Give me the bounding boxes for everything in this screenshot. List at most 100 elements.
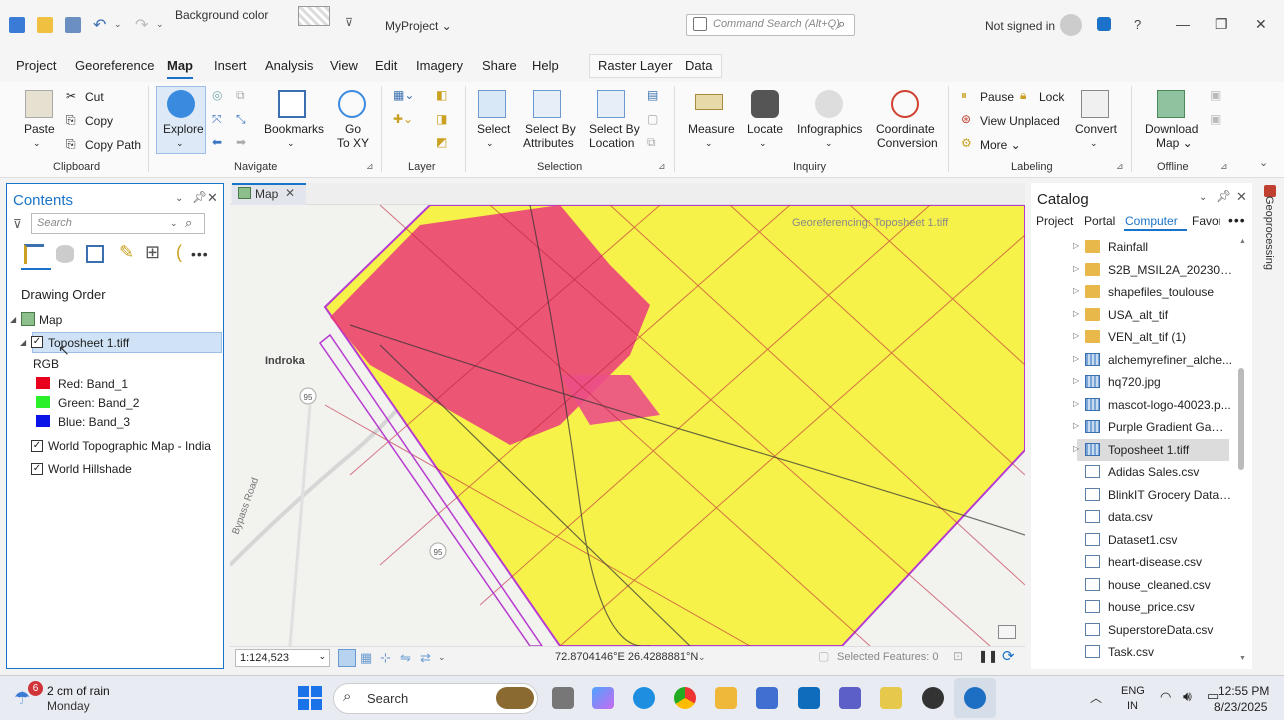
undo-dropdown-icon[interactable]: ⌄ bbox=[114, 19, 122, 30]
language-indicator[interactable]: ENG bbox=[1121, 685, 1145, 697]
bookmarks-dropdown-icon[interactable]: ⌄ bbox=[287, 136, 295, 150]
snapping-icon[interactable]: ⊹ bbox=[380, 650, 391, 666]
catalog-item[interactable]: Task.csv bbox=[1031, 641, 1231, 663]
catalog-tab-favorites[interactable]: Favor bbox=[1192, 214, 1220, 228]
expand-icon[interactable]: ▷ bbox=[1073, 399, 1079, 408]
selection-launcher-icon[interactable]: ⊿ bbox=[658, 161, 666, 172]
convert-dropdown-icon[interactable]: ⌄ bbox=[1090, 136, 1098, 150]
map-overview-icon[interactable] bbox=[998, 625, 1016, 639]
start-icon[interactable] bbox=[298, 686, 322, 710]
offline-launcher-icon[interactable]: ⊿ bbox=[1220, 161, 1228, 172]
customize-toolbar-icon[interactable]: ⊽ bbox=[345, 16, 353, 29]
catalog-item[interactable]: ▷ Toposheet 1.tiff bbox=[1073, 438, 1229, 461]
redo-icon[interactable]: ↷ bbox=[135, 15, 148, 35]
tab-map[interactable]: Map bbox=[167, 58, 193, 79]
expand-icon[interactable]: ▷ bbox=[1073, 421, 1079, 430]
arcgis-pro-icon[interactable] bbox=[964, 687, 986, 709]
tab-raster-layer[interactable]: Raster Layer bbox=[598, 58, 672, 73]
basemap-layer-hillshade[interactable]: World Hillshade bbox=[48, 462, 132, 476]
sync-icon[interactable]: ▣ bbox=[1210, 88, 1221, 102]
catalog-item[interactable]: ▷ VEN_alt_tif (1) bbox=[1031, 326, 1231, 348]
constraints-icon[interactable]: ⇋ bbox=[400, 650, 411, 666]
paste-button[interactable]: Paste bbox=[24, 122, 55, 136]
scale-selector[interactable]: 1:124,523 ⌄ bbox=[235, 649, 330, 667]
grid-icon[interactable]: ▦ bbox=[360, 650, 372, 666]
download-map-button[interactable]: Download bbox=[1145, 122, 1198, 136]
show-hidden-icons-icon[interactable]: ︿ bbox=[1090, 689, 1102, 706]
tab-insert[interactable]: Insert bbox=[214, 58, 247, 73]
background-color-picker[interactable] bbox=[298, 6, 330, 26]
catalog-scrollbar[interactable] bbox=[1238, 368, 1244, 470]
cut-button[interactable]: Cut bbox=[85, 90, 104, 104]
contents-search-input[interactable]: Search bbox=[31, 213, 205, 234]
labeling-launcher-icon[interactable]: ⊿ bbox=[1116, 161, 1124, 172]
add-data-icon[interactable]: ◧ bbox=[436, 88, 447, 102]
basemap-visibility-checkbox[interactable]: ✓ bbox=[31, 440, 43, 452]
zoom-out-fixed-icon[interactable]: ⤡ bbox=[236, 112, 246, 127]
redo-dropdown-icon[interactable]: ⌄ bbox=[156, 19, 164, 30]
list-by-data-source-icon[interactable] bbox=[56, 245, 74, 263]
catalog-item[interactable]: Dataset1.csv bbox=[1031, 529, 1231, 551]
list-by-snapping-icon[interactable]: ⊞ bbox=[145, 242, 160, 263]
view-unplaced-button[interactable]: View Unplaced bbox=[980, 114, 1060, 128]
sign-in-status[interactable]: Not signed in bbox=[985, 19, 1055, 33]
expand-icon[interactable]: ▷ bbox=[1073, 286, 1079, 295]
map-tab-close-icon[interactable]: ✕ bbox=[285, 186, 295, 200]
infographics-button[interactable]: Infographics bbox=[797, 122, 862, 136]
layer-visibility-checkbox[interactable]: ✓ bbox=[31, 336, 43, 348]
geoprocessing-side-tab[interactable]: Geoprocessing bbox=[1256, 183, 1284, 669]
minimize-icon[interactable]: — bbox=[1176, 16, 1190, 32]
remove-offline-icon[interactable]: ▣ bbox=[1210, 112, 1221, 126]
pause-drawing-icon[interactable]: ❚❚ bbox=[978, 649, 998, 663]
pause-labels-button[interactable]: Pause bbox=[980, 90, 1014, 104]
app-icon[interactable] bbox=[922, 687, 944, 709]
expand-icon[interactable]: ▷ bbox=[1073, 444, 1079, 453]
add-preset-icon[interactable]: ✚⌄ bbox=[393, 112, 413, 126]
pane-options-icon[interactable]: ⌄ bbox=[1199, 192, 1207, 203]
catalog-tab-portal[interactable]: Portal bbox=[1084, 214, 1115, 228]
save-project-icon[interactable] bbox=[65, 17, 81, 33]
wifi-icon[interactable]: ◠ bbox=[1160, 689, 1171, 705]
catalog-item[interactable]: data.csv bbox=[1031, 506, 1231, 528]
clear-selection-icon[interactable]: ▢ bbox=[647, 112, 658, 126]
navigate-launcher-icon[interactable]: ⊿ bbox=[366, 161, 374, 172]
filter-icon[interactable]: ⊽ bbox=[13, 217, 22, 231]
list-by-labeling-icon[interactable]: ( bbox=[176, 242, 182, 263]
paste-dropdown-icon[interactable]: ⌄ bbox=[33, 136, 41, 150]
catalog-item[interactable]: BlinkIT Grocery Data.c... bbox=[1031, 484, 1233, 506]
search-icon[interactable]: ⌕ bbox=[838, 16, 845, 32]
tab-project[interactable]: Project bbox=[16, 58, 56, 73]
tab-georeference[interactable]: Georeference bbox=[75, 58, 155, 73]
command-search-input[interactable]: Command Search (Alt+Q) bbox=[686, 14, 855, 36]
outlook-icon[interactable] bbox=[798, 687, 820, 709]
restore-icon[interactable]: ❐ bbox=[1215, 16, 1228, 33]
basemap-layer-topographic[interactable]: World Topographic Map - India bbox=[48, 439, 211, 453]
tab-data[interactable]: Data bbox=[685, 58, 712, 73]
edge-icon[interactable] bbox=[633, 687, 655, 709]
selected-features-count[interactable]: Selected Features: 0 bbox=[837, 651, 939, 663]
catalog-item[interactable]: ▷ alchemyrefiner_alche... bbox=[1031, 349, 1232, 371]
close-icon[interactable]: ✕ bbox=[1255, 16, 1267, 33]
copy-path-button[interactable]: Copy Path bbox=[85, 138, 141, 152]
open-project-icon[interactable] bbox=[37, 17, 53, 33]
convert-button[interactable]: Convert bbox=[1075, 122, 1117, 136]
tab-view[interactable]: View bbox=[330, 58, 358, 73]
explore-dropdown-icon[interactable]: ⌄ bbox=[176, 136, 184, 150]
expand-icon[interactable]: ▷ bbox=[1073, 331, 1079, 340]
expand-icon[interactable]: ▷ bbox=[1073, 241, 1079, 250]
measure-button[interactable]: Measure bbox=[688, 122, 735, 136]
green-band-swatch[interactable] bbox=[36, 396, 50, 408]
tab-edit[interactable]: Edit bbox=[375, 58, 397, 73]
add-graphics-icon[interactable]: ◨ bbox=[436, 112, 447, 126]
microsoft-store-icon[interactable] bbox=[756, 687, 778, 709]
pin-icon[interactable]: 📌︎ bbox=[192, 190, 207, 204]
list-by-editing-icon[interactable]: ✎ bbox=[119, 242, 134, 263]
catalog-item[interactable]: SuperstoreData.csv bbox=[1031, 619, 1231, 641]
tab-share[interactable]: Share bbox=[482, 58, 517, 73]
refresh-icon[interactable]: ⟳ bbox=[1002, 647, 1015, 665]
catalog-item[interactable]: Adidas Sales.csv bbox=[1031, 461, 1231, 483]
full-extent-icon[interactable]: ◎ bbox=[212, 88, 222, 102]
catalog-item[interactable]: ▷ USA_alt_tif bbox=[1031, 304, 1231, 326]
list-by-drawing-order-icon[interactable] bbox=[24, 244, 44, 264]
infographics-dropdown-icon[interactable]: ⌄ bbox=[825, 136, 833, 150]
